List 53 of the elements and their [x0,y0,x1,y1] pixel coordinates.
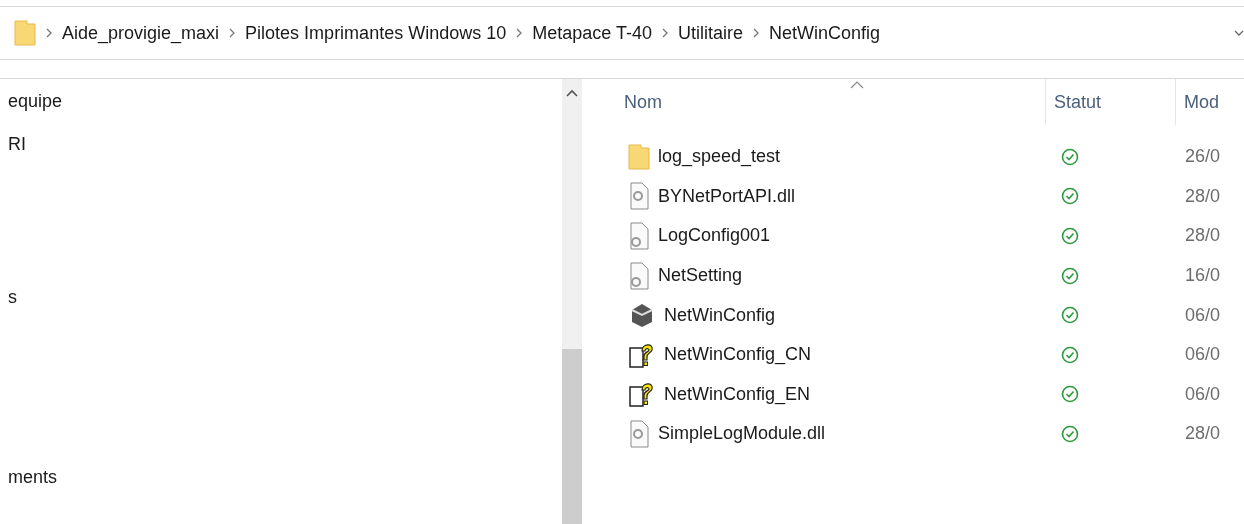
date-cell-text: 26/0 [1184,146,1222,168]
folder-icon [628,143,650,170]
breadcrumb-item[interactable]: Metapace T-40 [532,22,652,44]
date-cell-text: 06/0 [1184,344,1222,366]
check-circle-icon [1061,306,1079,325]
file-name[interactable]: NetWinConfig_CN [664,344,812,366]
check-circle-icon [1061,385,1079,404]
date-cell-text: 06/0 [1184,383,1222,405]
column-header[interactable]: Nom [602,79,1045,125]
chevron-icon [516,28,523,38]
scrollbar[interactable] [562,79,582,524]
nav-item[interactable]: RI [8,134,26,155]
settings-file-icon [628,222,650,250]
settings-file-icon [628,261,650,290]
dropdown-icon[interactable] [1234,29,1244,37]
scrollbar-thumb[interactable] [562,349,582,524]
date-cell-text: 28/0 [1184,185,1222,207]
nav-item[interactable]: s [8,287,17,308]
check-circle-icon [1061,147,1079,166]
check-circle-icon [1061,266,1079,285]
file-icon [628,419,650,448]
chevron-icon [229,28,236,38]
breadcrumb-item[interactable]: Utilitaire [677,22,743,44]
breadcrumb-item[interactable]: Aide_provigie_maxi [62,22,220,44]
sort-icon [850,81,864,89]
file-name[interactable]: LogConfig001 [658,225,771,247]
help-file-icon [628,380,656,409]
folder-icon [14,20,36,46]
file-name[interactable]: NetSetting [658,265,743,287]
file-name[interactable]: NetWinConfig_EN [664,383,811,405]
file-name[interactable]: BYNetPortAPI.dll [658,185,796,207]
file-name[interactable]: log_speed_test [658,146,781,168]
nav-item[interactable]: equipe [8,91,63,112]
file-name[interactable]: SimpleLogModule.dll [658,423,826,445]
date-cell-text: 28/0 [1184,225,1222,247]
scroll-up-icon[interactable] [566,89,578,97]
date-cell-text: 16/0 [1184,265,1222,287]
column-header[interactable]: Statut [1045,79,1175,125]
check-circle-icon [1061,187,1079,206]
column-header[interactable]: Mod [1175,79,1244,125]
chevron-icon [661,28,668,38]
chevron-icon [752,28,759,38]
check-circle-icon [1061,424,1079,443]
breadcrumb-item[interactable]: NetWinConfig [768,22,880,44]
chevron-icon [46,28,52,38]
date-cell-text: 06/0 [1184,304,1222,326]
check-circle-icon [1061,227,1079,245]
file-icon [628,182,650,211]
nav-item[interactable]: ments [8,467,58,488]
date-cell-text: 28/0 [1184,423,1222,445]
file-name[interactable]: NetWinConfig [664,304,776,326]
check-circle-icon [1061,345,1079,364]
breadcrumb-item[interactable]: Pilotes Imprimantes Windows 10 [245,22,507,44]
